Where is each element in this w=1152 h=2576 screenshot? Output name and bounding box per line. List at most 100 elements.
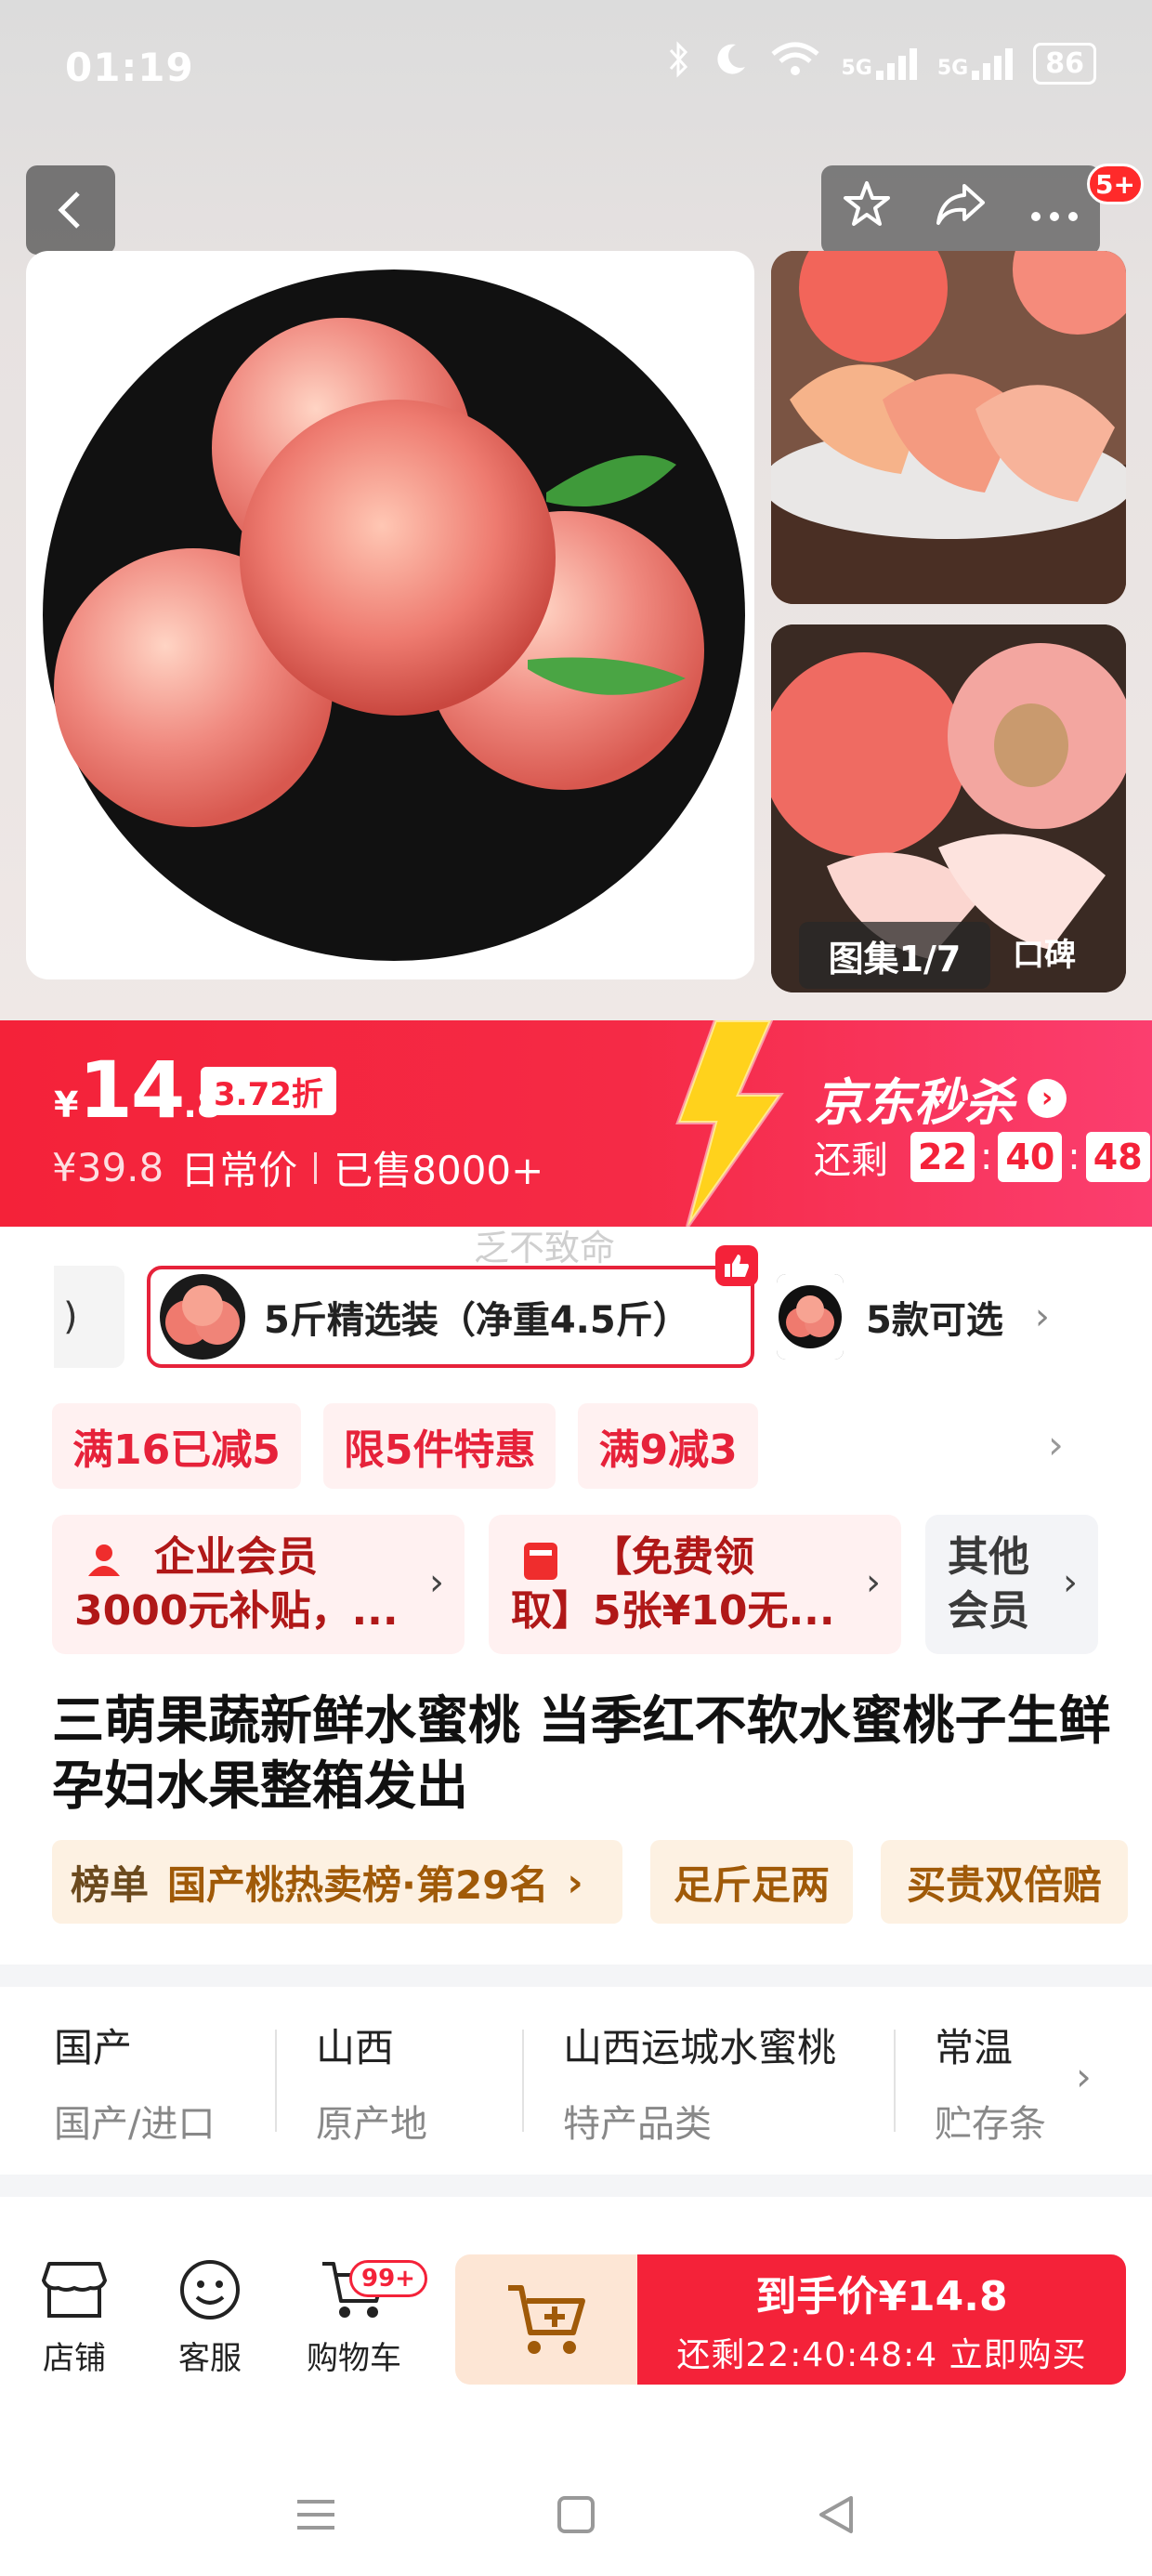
param-divider (894, 2030, 896, 2132)
spec-selected-label: 5斤精选装（净重4.5斤） (264, 1299, 690, 1342)
member-card-1-line1: 企业会员 (154, 1533, 318, 1581)
chevron-right-icon: › (1063, 1561, 1078, 1604)
chevron-right-icon: › (429, 1561, 444, 1604)
cart-label: 购物车 (307, 2340, 401, 2377)
original-price-line: ¥39.8 日常价 已售8000+ (52, 1139, 543, 1196)
param-value: 常温 (935, 2025, 1014, 2070)
system-nav-bar (0, 2453, 1152, 2576)
param-divider (522, 2030, 524, 2132)
enterprise-member-card[interactable]: 企业会员 3000元补贴，... › (52, 1515, 465, 1654)
param-origin[interactable]: 山西 原产地 (316, 2017, 427, 2148)
spec-thumbnail-2 (777, 1274, 844, 1360)
original-price-label: 日常价 (180, 1148, 298, 1193)
back-button[interactable] (26, 165, 115, 255)
status-time: 01:19 (65, 45, 194, 90)
status-bar: 01:19 5G 5G 86 (0, 0, 1152, 139)
divider (314, 1151, 318, 1184)
sale-price: ¥ 14 .8 (54, 1045, 221, 1136)
price-guarantee-tag[interactable]: 买贵双倍赔 (881, 1840, 1128, 1924)
add-cart-icon (508, 2285, 585, 2354)
add-to-cart-button[interactable] (455, 2254, 637, 2385)
bluetooth-icon (667, 41, 691, 86)
home-square-icon[interactable] (548, 2487, 604, 2543)
share-button[interactable] (933, 178, 988, 242)
promo-tag-2[interactable]: 限5件特惠 (322, 1403, 556, 1489)
section-divider (0, 1965, 1152, 1987)
spec-more-options[interactable]: 5款可选 › (777, 1266, 1130, 1368)
product-title: 三萌果蔬新鲜水蜜桃 当季红不软水蜜桃子生鲜孕妇水果整箱发出 (52, 1691, 1111, 1817)
shop-button[interactable]: 店铺 (41, 2256, 108, 2378)
param-origin-type[interactable]: 国产 国产/进口 (54, 2017, 215, 2148)
chevron-left-icon (58, 191, 80, 229)
smile-icon (177, 2256, 243, 2323)
battery-icon: 86 (1033, 43, 1096, 85)
countdown-seconds: 48 (1085, 1132, 1150, 1182)
param-key: 国产/进口 (54, 2103, 216, 2146)
notification-badge: 5+ (1087, 164, 1144, 204)
more-button[interactable] (1028, 183, 1080, 237)
countdown-timer: 还剩 22 : 40 : 48 (814, 1130, 1150, 1184)
flash-sale-title: 京东秒杀 (814, 1073, 1015, 1132)
store-icon (41, 2256, 108, 2323)
member-card-3-line1: 其他 (948, 1533, 1029, 1581)
buy-price-line: 到手价¥14.8 (755, 2273, 1008, 2320)
spec-more-label: 5款可选 (866, 1299, 1003, 1342)
coupon-member-card[interactable]: 【免费领 取】5张¥10无... › (489, 1515, 901, 1654)
signal-icon-2: 5G (937, 47, 1014, 80)
gallery-thumb-1[interactable] (771, 251, 1126, 604)
promo-expand-chevron[interactable]: › (1048, 1422, 1064, 1467)
param-specialty[interactable]: 山西运城水蜜桃 特产品类 (563, 2017, 836, 2148)
watermark-text: 乏不致命 (474, 1228, 616, 1268)
spec-option-prev[interactable]: ) (54, 1266, 124, 1368)
promo-tag-3[interactable]: 满9减3 (578, 1403, 758, 1489)
chevron-right-icon: › (1028, 1078, 1067, 1118)
buy-countdown-line: 还剩22:40:48:4 立即购买 (676, 2336, 1087, 2374)
ranking-tag[interactable]: 榜单 国产桃热卖榜·第29名 › (52, 1840, 622, 1924)
customer-service-button[interactable]: 客服 (177, 2256, 243, 2378)
promo-tag-1[interactable]: 满16已减5 (52, 1403, 301, 1489)
ranking-label: 榜单 (71, 1861, 150, 1908)
peach-image (43, 269, 745, 961)
member-card-1-line2: 3000元补贴，... (74, 1587, 399, 1635)
gallery-counter[interactable]: 图集1/7 (799, 922, 990, 989)
param-storage[interactable]: 常温 贮存条 (935, 2017, 1055, 2148)
original-price: ¥39.8 (52, 1145, 164, 1190)
countdown-label: 还剩 (814, 1139, 888, 1182)
param-key: 贮存条 (935, 2103, 1046, 2146)
coupon-icon (524, 1543, 557, 1580)
status-icons: 5G 5G 86 (667, 41, 1096, 86)
member-card-3-line2: 会员 (948, 1587, 1029, 1635)
param-key: 特产品类 (563, 2103, 712, 2146)
sold-count: 已售8000+ (334, 1148, 544, 1193)
spec-thumbnail (160, 1274, 245, 1360)
full-weight-tag[interactable]: 足斤足两 (650, 1840, 853, 1924)
chevron-right-icon: › (1034, 1295, 1050, 1338)
ranking-text: 国产桃热卖榜·第29名 (167, 1861, 549, 1908)
shop-label: 店铺 (43, 2340, 106, 2377)
buy-now-button[interactable]: 到手价¥14.8 还剩22:40:48:4 立即购买 (637, 2254, 1126, 2385)
member-card-2-line1: 【免费领 (591, 1533, 754, 1581)
cart-count-badge: 99+ (349, 2260, 427, 2297)
koubei-tab[interactable]: 口碑 (1013, 929, 1076, 975)
discount-badge: 3.72折 (201, 1067, 336, 1115)
spec-option-selected[interactable]: 5斤精选装（净重4.5斤） (147, 1266, 754, 1368)
wifi-icon (769, 41, 821, 86)
param-value: 国产 (54, 2025, 133, 2070)
chevron-right-icon: › (567, 1859, 583, 1905)
promo-tags: 满16已减5 限5件特惠 满9减3 (52, 1403, 758, 1489)
menu-icon[interactable] (288, 2487, 344, 2543)
jd-flash-sale-link[interactable]: 京东秒杀 › (814, 1061, 1067, 1135)
favorite-button[interactable] (841, 178, 893, 242)
thumbs-up-icon (715, 1245, 758, 1286)
back-triangle-icon[interactable] (808, 2487, 864, 2543)
param-key: 原产地 (316, 2103, 427, 2146)
more-dots-icon (1030, 212, 1078, 221)
param-value: 山西 (316, 2025, 395, 2070)
chevron-right-icon: › (866, 1561, 881, 1604)
params-chevron[interactable]: › (1076, 2054, 1092, 2099)
header-actions (821, 165, 1100, 255)
lightning-icon (675, 1020, 784, 1227)
main-product-image[interactable] (26, 251, 754, 979)
signal-icon-1: 5G (842, 47, 917, 80)
other-member-card[interactable]: 其他 会员 › (925, 1515, 1098, 1654)
